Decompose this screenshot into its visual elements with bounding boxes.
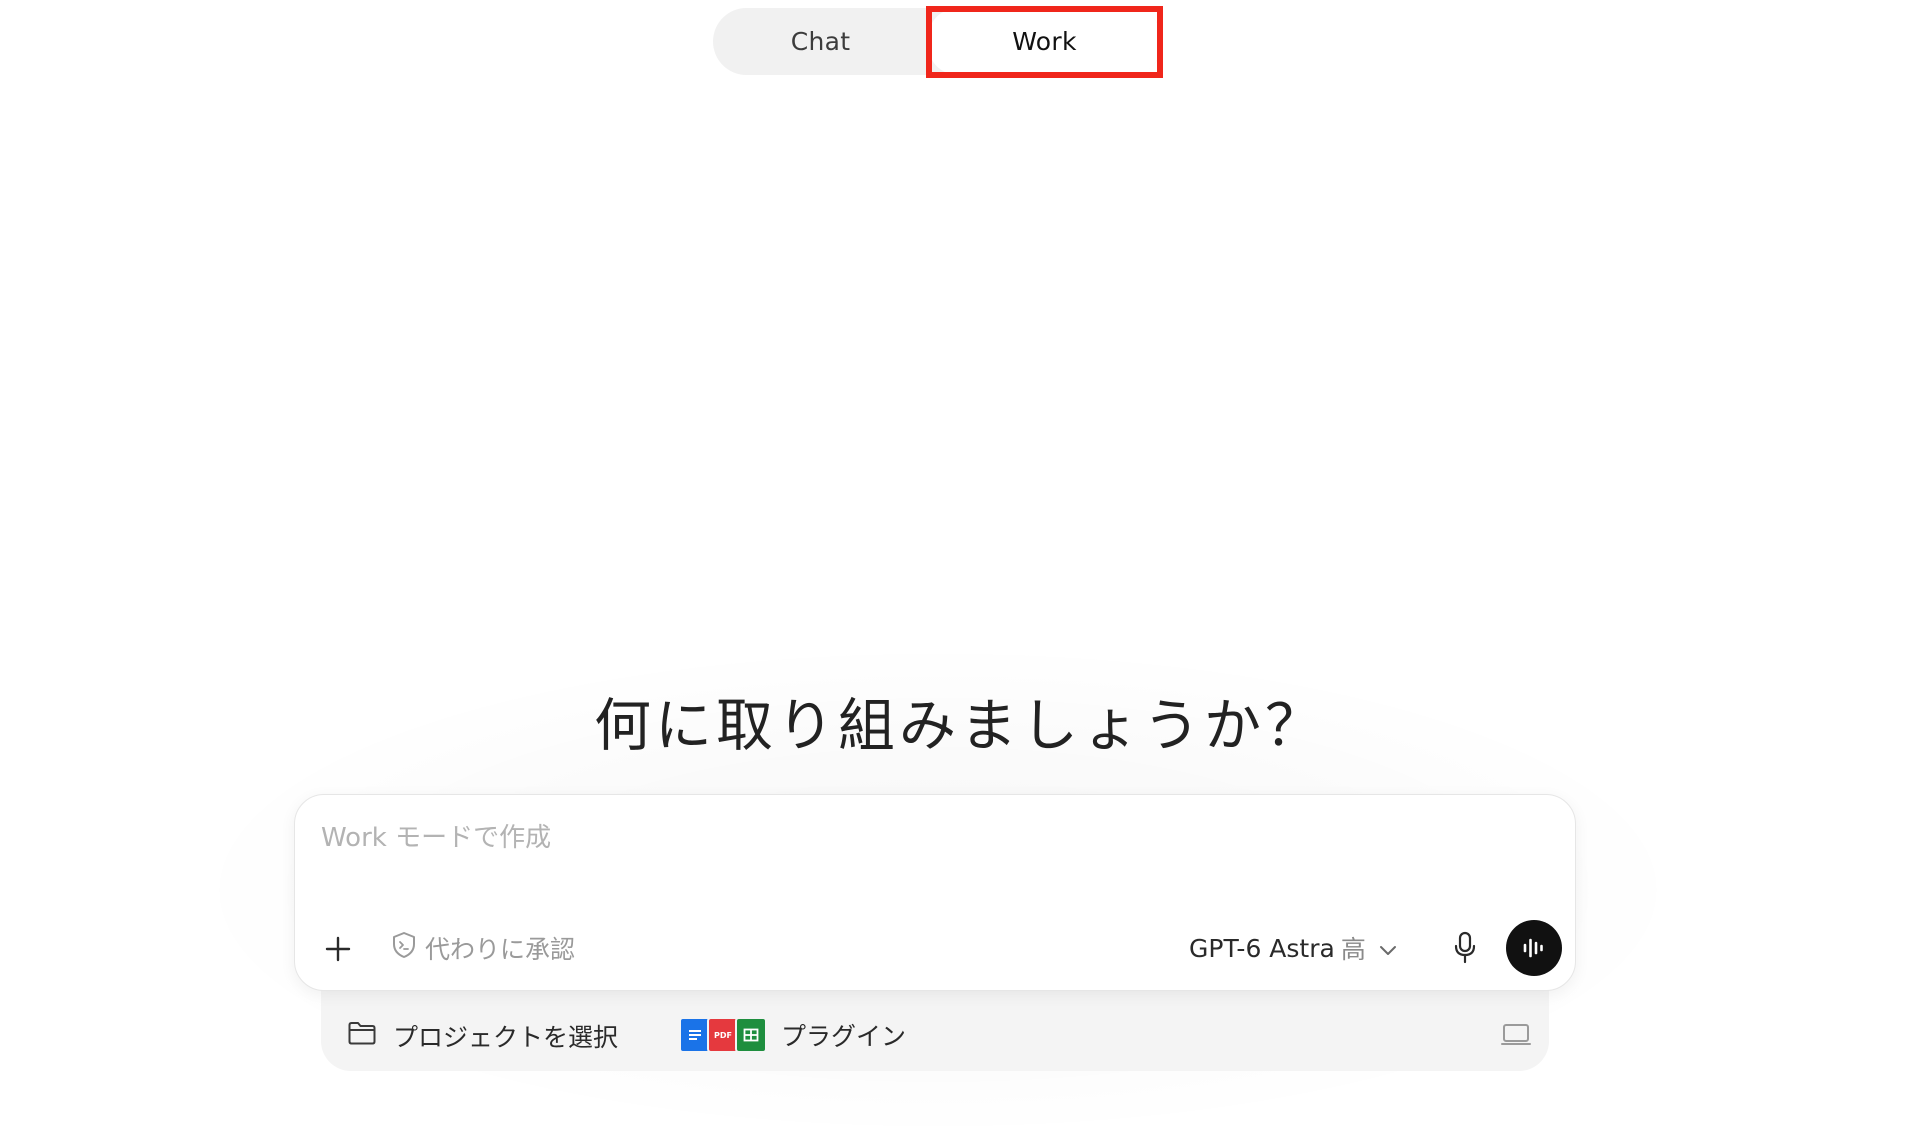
- project-select-label: プロジェクトを選択: [393, 1023, 619, 1052]
- plugin-icons: PDF: [679, 1017, 767, 1053]
- auto-approve-toggle[interactable]: 代わりに承認: [391, 928, 575, 968]
- pdf-icon-text: PDF: [714, 1030, 732, 1040]
- voice-mode-button[interactable]: [1506, 920, 1562, 976]
- shield-icon: [391, 931, 417, 965]
- laptop-icon[interactable]: [1499, 1020, 1533, 1050]
- mode-toggle: Chat Work: [713, 8, 1163, 75]
- sheets-icon: [735, 1017, 767, 1053]
- model-effort: 高: [1340, 935, 1366, 964]
- tab-work[interactable]: Work: [928, 8, 1161, 75]
- page-title: 何に取り組みましょうか？: [594, 693, 1326, 759]
- plus-icon: [325, 936, 351, 962]
- auto-approve-label: 代わりに承認: [425, 935, 576, 964]
- tab-chat[interactable]: Chat: [713, 8, 928, 75]
- plugins-label: プラグイン: [781, 1022, 907, 1051]
- microphone-icon: [1454, 931, 1476, 964]
- microphone-button[interactable]: [1445, 928, 1485, 968]
- composer: 代わりに承認 GPT-6 Astra 高: [294, 794, 1576, 991]
- project-select-button[interactable]: プロジェクトを選択: [347, 1018, 618, 1054]
- chevron-down-icon: [1378, 934, 1398, 963]
- model-select[interactable]: GPT-6 Astra 高: [1189, 928, 1398, 968]
- add-button[interactable]: [319, 930, 357, 968]
- work-mode-page: Chat Work 何に取り組みましょうか？ プロジェクトを選択 PDF プラグ…: [0, 0, 1920, 1141]
- plugins-button[interactable]: PDF プラグイン: [679, 1015, 906, 1055]
- folder-icon: [347, 1020, 377, 1052]
- model-name: GPT-6 Astra: [1189, 933, 1335, 963]
- composer-input[interactable]: [319, 817, 1423, 859]
- voice-waveform-icon: [1523, 938, 1543, 958]
